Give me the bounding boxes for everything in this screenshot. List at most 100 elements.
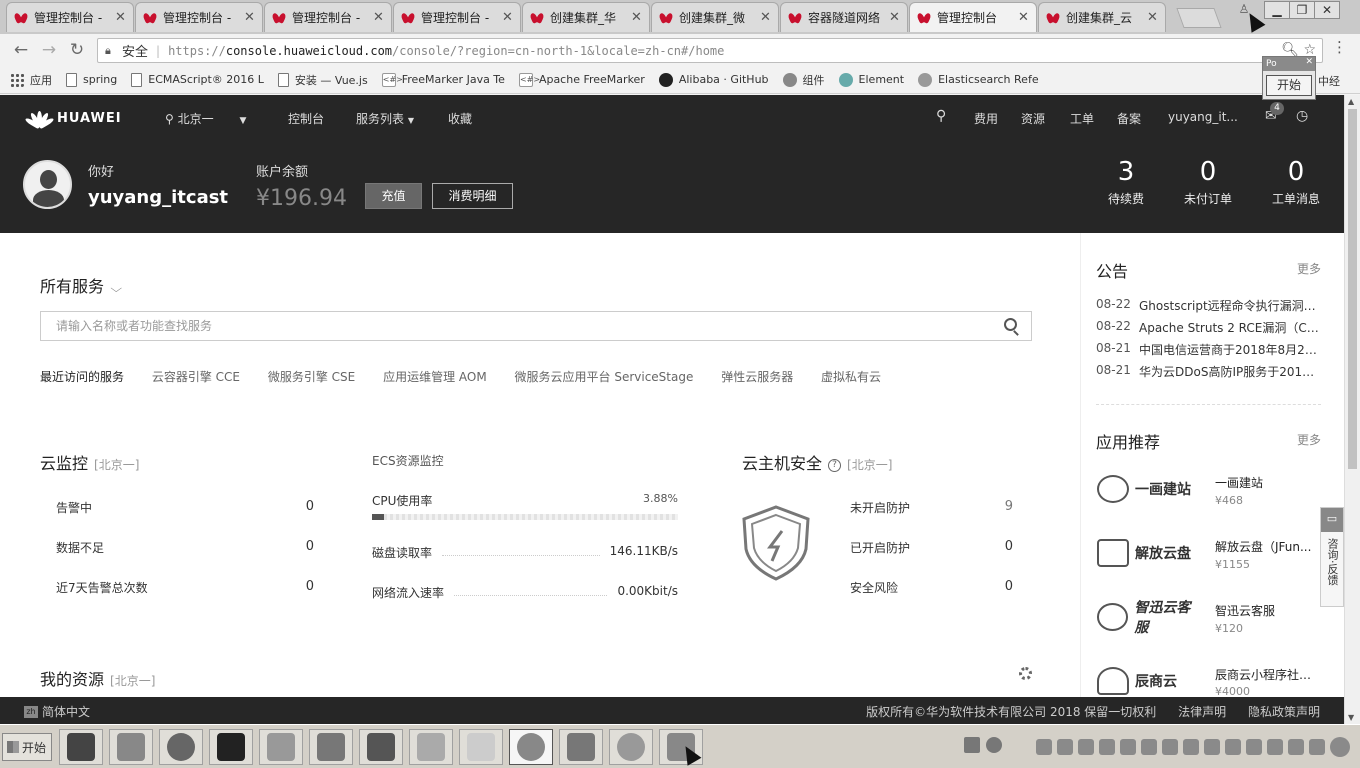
notice-item[interactable]: 08-22 Apache Struts 2 RCE漏洞（CVE... [1096, 319, 1321, 336]
popup-start-button[interactable]: 开始 [1266, 75, 1312, 96]
bookmark-item[interactable]: Element [838, 72, 904, 87]
security-row-risk[interactable]: 安全风险 0 [850, 579, 1013, 596]
gear-icon[interactable] [1019, 667, 1032, 680]
apps-more-link[interactable]: 更多 [1297, 431, 1321, 448]
browser-tab[interactable]: 管理控制台 - ✕ [393, 2, 521, 32]
security-row-protected[interactable]: 已开启防护 0 [850, 539, 1013, 556]
battery-icon[interactable] [1309, 739, 1325, 755]
user-menu[interactable]: yuyang_it... [1168, 110, 1238, 124]
alarm-row-insufficient[interactable]: 数据不足 0 [56, 539, 314, 556]
browser-tab[interactable]: 管理控制台 ✕ [909, 2, 1037, 32]
tray-icon[interactable] [1078, 739, 1094, 755]
help-icon[interactable] [986, 737, 1002, 753]
nav-tickets[interactable]: 工单 [1070, 110, 1094, 127]
billing-detail-button[interactable]: 消费明细 [432, 183, 513, 209]
nav-favorites[interactable]: 收藏 [448, 110, 472, 127]
recent-service-cce[interactable]: 云容器引擎 CCE [152, 370, 240, 384]
nav-resources[interactable]: 资源 [1021, 110, 1045, 127]
taskbar-app[interactable] [459, 729, 503, 765]
taskbar-app[interactable] [609, 729, 653, 765]
bookmark-item[interactable]: <#> Apache FreeMarker [518, 72, 645, 87]
scroll-thumb[interactable] [1348, 109, 1357, 469]
browser-tab[interactable]: 创建集群_微 ✕ [651, 2, 779, 32]
url-input[interactable]: 🔒︎ 安全 | https://console.huaweicloud.com/… [97, 38, 1323, 63]
huawei-logo[interactable]: HUAWEI [24, 109, 122, 130]
privacy-link[interactable]: 隐私政策声明 [1248, 705, 1320, 719]
minimize-button[interactable]: ▁ [1264, 1, 1290, 19]
security-row-unprotected[interactable]: 未开启防护 9 [850, 499, 1013, 516]
browser-menu-icon[interactable]: ⋮ [1332, 38, 1347, 56]
browser-tab[interactable]: 容器隧道网络 ✕ [780, 2, 908, 32]
stat-ticket-messages[interactable]: 0 工单消息 [1268, 157, 1324, 207]
notice-item[interactable]: 08-21 华为云DDoS高防IP服务于2018... [1096, 363, 1321, 380]
search-icon[interactable]: ⚲ [936, 108, 946, 124]
browser-tab[interactable]: 创建集群_华 ✕ [522, 2, 650, 32]
clock-icon[interactable]: ◷ [1296, 108, 1308, 124]
scroll-down-icon[interactable]: ▼ [1348, 713, 1354, 722]
tray-icon[interactable] [1288, 739, 1304, 755]
app-logo[interactable]: 辰商云 [1097, 665, 1203, 697]
stat-unpaid-orders[interactable]: 0 未付订单 [1180, 157, 1236, 207]
popup-close-icon[interactable]: ✕ [1305, 57, 1313, 67]
browser-tab[interactable]: 管理控制台 - ✕ [264, 2, 392, 32]
tab-close-icon[interactable]: ✕ [244, 10, 256, 25]
nav-service-list[interactable]: 服务列表 ▼ [356, 110, 414, 127]
cloud-monitor-title[interactable]: 云监控 [北京一] [40, 450, 139, 474]
nav-icp-filing[interactable]: 备案 [1117, 110, 1141, 127]
alarm-row-7days[interactable]: 近7天告警总次数 0 [56, 579, 314, 596]
notice-item[interactable]: 08-21 中国电信运营商于2018年8月24... [1096, 341, 1321, 358]
recent-service-ecs[interactable]: 弹性云服务器 [721, 370, 793, 384]
recent-service-servicestage[interactable]: 微服务云应用平台 ServiceStage [515, 370, 694, 384]
app-name[interactable]: 解放云盘（JFun... [1215, 538, 1320, 555]
close-window-button[interactable]: ✕ [1314, 1, 1340, 19]
notice-item[interactable]: 08-22 Ghostscript远程命令执行漏洞预... [1096, 297, 1321, 314]
tray-icon[interactable] [1141, 739, 1157, 755]
bookmark-item[interactable]: Alibaba · GitHub [658, 72, 769, 87]
bookmark-item[interactable]: 应用 [10, 72, 52, 88]
app-name[interactable]: 一画建站 [1215, 474, 1320, 491]
bookmark-item[interactable]: Elasticsearch Refe [918, 72, 1039, 87]
ime-icon[interactable] [1330, 737, 1350, 757]
taskbar-app[interactable] [159, 729, 203, 765]
taskbar-app[interactable] [59, 729, 103, 765]
tab-close-icon[interactable]: ✕ [115, 10, 127, 25]
taskbar-app[interactable] [309, 729, 353, 765]
tab-close-icon[interactable]: ✕ [760, 10, 772, 25]
taskbar-app[interactable] [259, 729, 303, 765]
back-icon[interactable]: ← [10, 39, 32, 61]
tab-close-icon[interactable]: ✕ [373, 10, 385, 25]
taskbar-app[interactable] [559, 729, 603, 765]
nav-billing[interactable]: 费用 [974, 110, 998, 127]
legal-link[interactable]: 法律声明 [1178, 705, 1226, 719]
scroll-up-icon[interactable]: ▲ [1348, 97, 1354, 106]
tray-icon[interactable] [1036, 739, 1052, 755]
tray-icon[interactable] [1099, 739, 1115, 755]
bookmark-item[interactable]: <#> FreeMarker Java Te [381, 72, 505, 87]
tab-close-icon[interactable]: ✕ [502, 10, 514, 25]
app-name[interactable]: 智迅云客服 [1215, 602, 1320, 619]
taskbar-app[interactable] [209, 729, 253, 765]
stat-pending-renewal[interactable]: 3 待续费 [1104, 157, 1148, 207]
language-switch[interactable]: zh 简体中文 [24, 703, 90, 720]
bookmark-item[interactable]: 安装 — Vue.js [277, 72, 368, 88]
nav-console[interactable]: 控制台 [288, 110, 324, 127]
service-search-input[interactable] [56, 312, 956, 340]
all-services-toggle[interactable]: 所有服务 ⌵ [40, 273, 122, 297]
page-scrollbar[interactable]: ▲ ▼ [1344, 95, 1360, 724]
reload-icon[interactable]: ↻ [66, 39, 88, 61]
browser-tab[interactable]: 管理控制台 - ✕ [6, 2, 134, 32]
app-logo[interactable]: 智迅云客服 [1097, 600, 1203, 636]
notices-more-link[interactable]: 更多 [1297, 260, 1321, 277]
tab-close-icon[interactable]: ✕ [1018, 10, 1030, 25]
bookmark-item[interactable]: spring [66, 72, 117, 87]
taskbar-app[interactable] [359, 729, 403, 765]
search-icon[interactable] [1004, 318, 1017, 331]
host-security-title[interactable]: 云主机安全? [北京一] [742, 450, 892, 474]
app-logo[interactable]: 一画建站 [1097, 473, 1203, 505]
browser-tab[interactable]: 创建集群_云 ✕ [1038, 2, 1166, 32]
tray-icon[interactable] [1120, 739, 1136, 755]
tab-close-icon[interactable]: ✕ [889, 10, 901, 25]
recent-service-aom[interactable]: 应用运维管理 AOM [383, 370, 487, 384]
browser-tab[interactable]: 管理控制台 - ✕ [135, 2, 263, 32]
bookmark-item[interactable]: ECMAScript® 2016 L [131, 72, 264, 87]
